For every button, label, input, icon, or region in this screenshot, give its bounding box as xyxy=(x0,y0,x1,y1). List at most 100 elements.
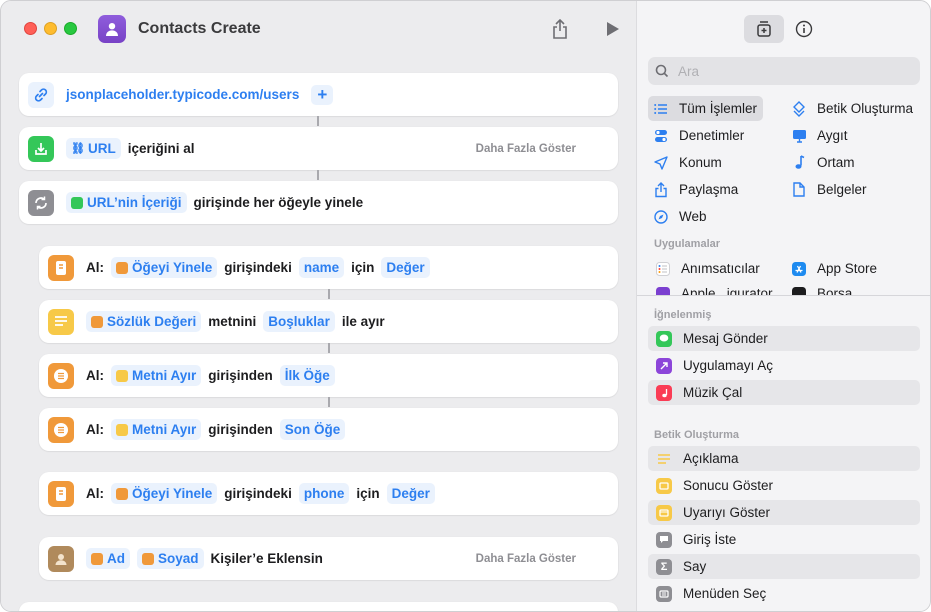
repeat-item-icon xyxy=(116,261,128,274)
app-app-store[interactable]: App Store xyxy=(790,256,877,281)
pinned-send-message[interactable]: Mesaj Gönder xyxy=(648,326,920,351)
script-count[interactable]: Σ Say xyxy=(648,554,920,579)
category-web[interactable]: Web xyxy=(652,204,707,229)
monitor-icon xyxy=(790,129,808,143)
text-lines-icon xyxy=(48,308,74,335)
toggle-icon xyxy=(652,129,670,143)
get-first-item-action-card[interactable]: Al: Metni Ayır girişinden İlk Öğe xyxy=(39,354,618,397)
category-location[interactable]: Konum xyxy=(652,150,722,175)
category-all-actions[interactable]: Tüm İşlemler xyxy=(648,96,764,121)
window-title: Contacts Create xyxy=(138,20,261,37)
category-scripting[interactable]: Betik Oluşturma xyxy=(790,96,913,121)
first-item-token[interactable]: İlk Öğe xyxy=(279,365,335,386)
last-name-token[interactable]: Soyad xyxy=(137,548,204,569)
dictionary-value-token[interactable]: Sözlük Değeri xyxy=(86,311,202,332)
action-text: girişinden xyxy=(208,368,273,383)
category-device[interactable]: Aygıt xyxy=(790,123,848,148)
script-ask-input[interactable]: Giriş İste xyxy=(648,527,920,552)
pinned-play-music[interactable]: Müzik Çal xyxy=(648,380,920,405)
action-text: için xyxy=(351,260,375,275)
split-text-token[interactable]: Metni Ayır xyxy=(111,419,202,440)
app-reminders[interactable]: Anımsatıcılar xyxy=(654,256,760,281)
value-token[interactable]: Değer xyxy=(381,257,430,278)
scripting-section-label: Betik Oluşturma xyxy=(654,429,739,441)
repeat-item-token[interactable]: Öğeyi Yinele xyxy=(111,483,218,504)
get-last-item-action-card[interactable]: Al: Metni Ayır girişinden Son Öğe xyxy=(39,408,618,451)
minimize-window-button[interactable] xyxy=(44,22,57,35)
key-token[interactable]: name xyxy=(298,257,345,278)
action-text: girişindeki xyxy=(224,486,292,501)
shortcuts-window: Contacts Create jsonplaceholder.typicode… xyxy=(0,0,931,612)
category-documents[interactable]: Belgeler xyxy=(790,177,867,202)
connector xyxy=(317,170,319,180)
connector xyxy=(317,116,319,126)
app-stocks[interactable]: Borsa xyxy=(790,281,852,295)
app-configurator[interactable]: Apple...igurator xyxy=(654,281,773,295)
zoom-window-button[interactable] xyxy=(64,22,77,35)
last-item-token[interactable]: Son Öğe xyxy=(279,419,346,440)
app-store-icon xyxy=(790,261,808,276)
contact-app-icon[interactable] xyxy=(98,15,126,43)
category-sharing[interactable]: Paylaşma xyxy=(652,177,738,202)
music-note-icon xyxy=(790,155,808,170)
category-media[interactable]: Ortam xyxy=(790,150,855,175)
get-contents-action-card[interactable]: ⛓ URL içeriğini al Daha Fazla Göster xyxy=(19,127,618,170)
url-action-card[interactable]: jsonplaceholder.typicode.com/users + xyxy=(19,73,618,116)
script-show-result[interactable]: Sonucu Göster xyxy=(648,473,920,498)
repeat-each-action-card[interactable]: URL’nin İçeriği girişinde her öğeyle yin… xyxy=(19,181,618,224)
text-icon xyxy=(91,552,103,565)
action-text: girişinde her öğeyle yinele xyxy=(193,195,364,210)
next-action-card[interactable] xyxy=(19,602,618,611)
info-icon[interactable] xyxy=(792,15,816,43)
first-name-token[interactable]: Ad xyxy=(86,548,130,569)
close-window-button[interactable] xyxy=(24,22,37,35)
action-prefix: Al: xyxy=(86,422,104,437)
action-prefix: Al: xyxy=(86,368,104,383)
get-name-value-action-card[interactable]: Al: Öğeyi Yinele girişindeki name için D… xyxy=(39,246,618,289)
script-choose-from-menu[interactable]: Menüden Seç xyxy=(648,581,920,606)
script-show-alert[interactable]: Uyarıyı Göster xyxy=(648,500,920,525)
download-icon xyxy=(71,196,83,209)
link-icon xyxy=(28,81,54,108)
script-comment[interactable]: Açıklama xyxy=(648,446,920,471)
url-value[interactable]: jsonplaceholder.typicode.com/users xyxy=(66,87,299,102)
add-url-button[interactable]: + xyxy=(311,84,334,105)
add-contact-action-card[interactable]: Ad Soyad Kişiler’e Eklensin Daha Fazla G… xyxy=(39,537,618,580)
download-icon xyxy=(28,135,54,162)
url-token[interactable]: ⛓ URL xyxy=(66,138,121,159)
category-controls[interactable]: Denetimler xyxy=(652,123,744,148)
separator-token[interactable]: Boşluklar xyxy=(263,311,335,332)
menu-icon xyxy=(656,585,672,602)
list-icon xyxy=(48,416,74,443)
text-lines-icon xyxy=(116,369,128,382)
action-library-sidebar: Ara Tüm İşlemler Denetimler Konum Paylaş… xyxy=(636,1,930,611)
share-icon[interactable] xyxy=(548,17,572,41)
list-icon xyxy=(48,362,74,389)
comment-lines-icon xyxy=(656,451,672,467)
dictionary-icon xyxy=(48,254,74,281)
get-phone-value-action-card[interactable]: Al: Öğeyi Yinele girişindeki phone için … xyxy=(39,472,618,515)
action-text: metnini xyxy=(208,314,257,329)
action-text: Kişiler’e Eklensin xyxy=(210,551,323,566)
show-more-button[interactable]: Daha Fazla Göster xyxy=(476,553,576,565)
repeat-item-token[interactable]: Öğeyi Yinele xyxy=(111,257,218,278)
messages-icon xyxy=(656,330,672,347)
run-play-icon[interactable] xyxy=(601,17,625,41)
contacts-app-icon xyxy=(48,545,74,572)
split-text-action-card[interactable]: Sözlük Değeri metnini Boşluklar ile ayır xyxy=(39,300,618,343)
key-token[interactable]: phone xyxy=(298,483,350,504)
action-library-icon[interactable] xyxy=(744,15,784,43)
pinned-open-app[interactable]: Uygulamayı Aç xyxy=(648,353,920,378)
split-text-token[interactable]: Metni Ayır xyxy=(111,365,202,386)
dictionary-icon xyxy=(48,480,74,507)
search-input[interactable]: Ara xyxy=(648,57,920,85)
dictionary-icon xyxy=(91,315,103,328)
action-prefix: Al: xyxy=(86,486,104,501)
value-token[interactable]: Değer xyxy=(386,483,435,504)
action-text: girişindeki xyxy=(224,260,292,275)
show-more-button[interactable]: Daha Fazla Göster xyxy=(476,143,576,155)
url-contents-token[interactable]: URL’nin İçeriği xyxy=(66,192,187,213)
connector xyxy=(328,397,330,407)
apps-section-label: Uygulamalar xyxy=(654,238,721,250)
text-icon xyxy=(142,552,154,565)
